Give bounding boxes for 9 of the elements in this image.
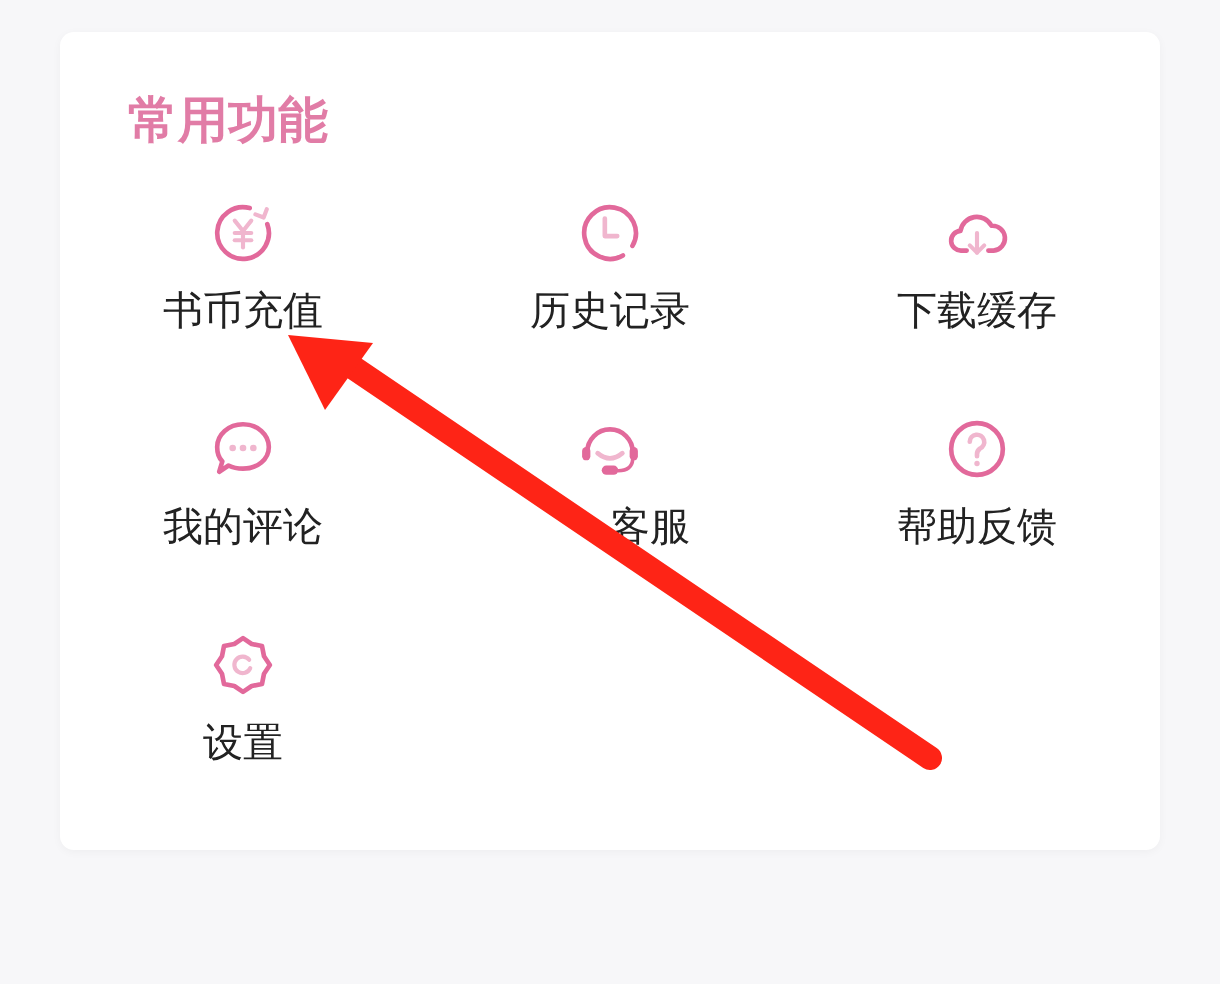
- clock-icon: [579, 202, 641, 264]
- menu-item[interactable]: 我的评论: [163, 418, 324, 550]
- menu-item[interactable]: 下载缓存: [896, 202, 1057, 334]
- section-title: 常用功能: [127, 90, 329, 150]
- settings-icon: [212, 634, 275, 696]
- menu-item[interactable]: 历史记录: [530, 202, 690, 334]
- menu-item[interactable]: 帮助反馈: [896, 418, 1057, 550]
- menu-item[interactable]: 书币充值: [163, 202, 324, 334]
- menu-item[interactable]: 设置: [203, 634, 284, 766]
